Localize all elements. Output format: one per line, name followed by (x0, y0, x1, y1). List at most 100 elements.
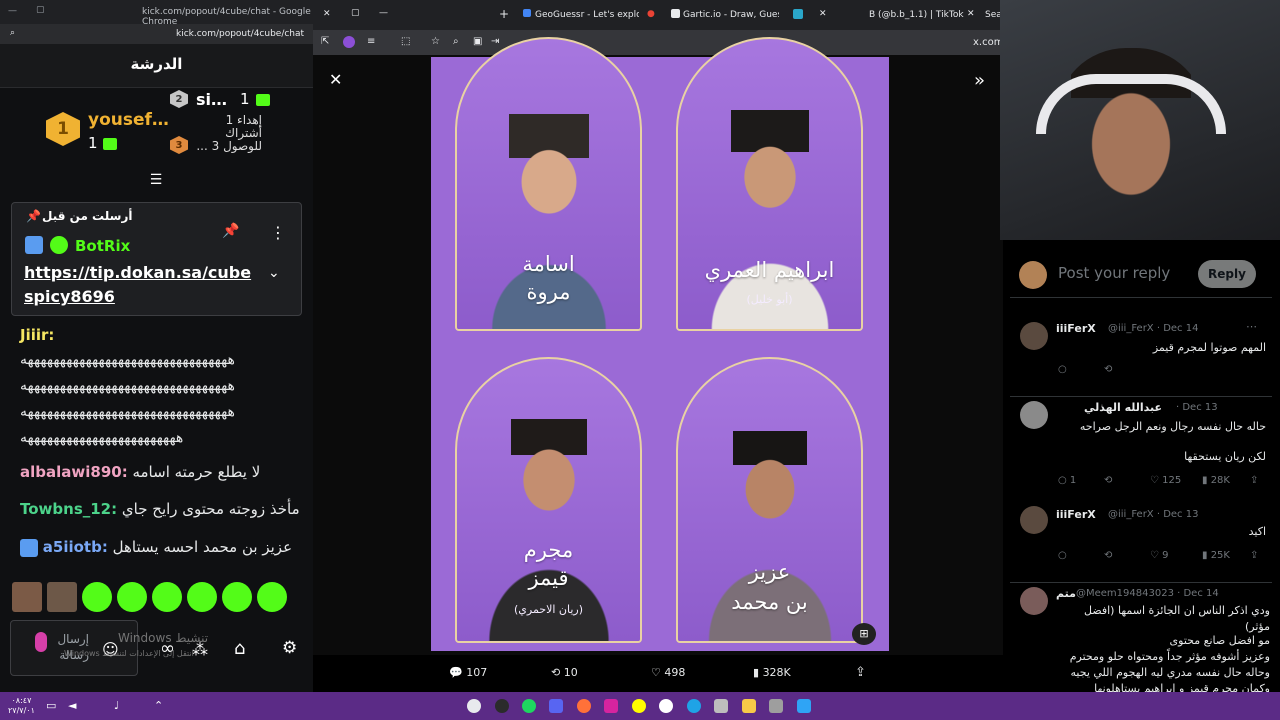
pinned-link[interactable]: https://tip.dokan.sa/cubespicy8696 (24, 261, 260, 309)
share-icon[interactable]: ⇪ (1250, 550, 1258, 561)
gift-icon (103, 138, 117, 150)
sidebar-icon[interactable]: ⇥ (491, 36, 499, 47)
chat-username[interactable]: a5iiotb: (43, 538, 108, 556)
reply-icon[interactable]: ○ (1058, 364, 1067, 375)
instagram-icon[interactable] (604, 699, 618, 713)
tweet-author[interactable]: متم (1056, 587, 1076, 600)
avatar[interactable] (1020, 322, 1048, 350)
emote-icon[interactable] (257, 582, 287, 612)
restore-icon[interactable]: ▢ (351, 8, 360, 18)
chevron-up-icon[interactable]: ⌃ (154, 699, 163, 712)
emote-icon[interactable] (152, 582, 182, 612)
reply-action[interactable]: ○ 1 (1058, 475, 1076, 486)
star-icon[interactable]: ☆ (431, 36, 440, 47)
chat-username[interactable]: Jiiir: (20, 326, 54, 344)
store-icon[interactable]: ⌂ (234, 638, 245, 659)
tab-tiktok[interactable]: B (@b.b_1.1) | TikTok (869, 10, 965, 20)
pinned-header: أرسلت من قبل (42, 209, 133, 223)
app-icon[interactable] (769, 699, 783, 713)
reply-placeholder[interactable]: Post your reply (1058, 264, 1170, 282)
spotify-icon[interactable] (522, 699, 536, 713)
emote-icon[interactable] (12, 582, 42, 612)
app-icon[interactable] (714, 699, 728, 713)
repost-icon[interactable]: ⟲ (1104, 364, 1112, 375)
emote-icon[interactable] (117, 582, 147, 612)
camera-icon[interactable]: ▣ (473, 36, 482, 47)
views-action[interactable]: ▮ 328K (753, 666, 791, 679)
screenshot-icon[interactable]: ⬚ (401, 36, 410, 47)
tab-gartic[interactable]: Gartic.io - Draw, Guess, WIN (683, 10, 779, 20)
like-action[interactable]: ♡ 9 (1150, 550, 1169, 561)
views-action[interactable]: ▮ 28K (1202, 475, 1230, 486)
discord-icon[interactable] (549, 699, 563, 713)
more-options-icon[interactable]: ⋮ (270, 223, 286, 242)
more-icon[interactable]: ⋯ (1246, 320, 1257, 333)
new-tab-icon[interactable]: + (499, 7, 509, 21)
notification-icon[interactable]: ▭ (46, 699, 56, 712)
emote-icon[interactable] (222, 582, 252, 612)
repost-icon[interactable]: ⟲ (1104, 475, 1112, 486)
edge-icon[interactable] (687, 699, 701, 713)
repost-action[interactable]: ⟲ 10 (551, 666, 578, 679)
share-icon[interactable]: ⇪ (855, 665, 866, 680)
emote-icon[interactable] (47, 582, 77, 612)
avatar[interactable] (1020, 587, 1048, 615)
poster-image: اسامة مروة ابراهيم العمري (أبو خليل) مجر… (431, 37, 889, 651)
extension-icon[interactable] (343, 36, 355, 48)
tab-strip: ✕ ▢ — + GeoGuessr - Let's explore the w … (313, 0, 1003, 30)
leader-second-name[interactable]: si… (196, 90, 227, 109)
share-icon[interactable]: ⇱ (321, 36, 329, 47)
microphone-icon[interactable] (35, 632, 47, 652)
emote-icon[interactable] (187, 582, 217, 612)
close-window-icon[interactable]: ✕ (323, 9, 331, 19)
restore-icon[interactable]: ▢ (36, 5, 45, 15)
expand-icon[interactable]: » (974, 70, 985, 91)
views-action[interactable]: ▮ 25K (1202, 550, 1230, 561)
like-action[interactable]: ♡ 125 (1150, 475, 1181, 486)
firefox-icon[interactable] (577, 699, 591, 713)
close-icon[interactable]: ✕ (329, 70, 342, 89)
tweet-author[interactable]: عبدالله الهذلي (1084, 401, 1162, 414)
avatar[interactable] (1020, 401, 1048, 429)
reply-action[interactable]: 💬 107 (449, 666, 487, 679)
mic-tray-icon[interactable]: ♩ (114, 699, 119, 712)
tweet-text: اكيد (1248, 525, 1266, 538)
obs-icon[interactable] (495, 699, 509, 713)
minimize-icon[interactable]: — (8, 6, 17, 16)
chat-username[interactable]: Towbns_12: (20, 500, 117, 518)
like-action[interactable]: ♡ 498 (651, 666, 685, 679)
file-explorer-icon[interactable] (742, 699, 756, 713)
emote-icon[interactable] (82, 582, 112, 612)
collapse-icon[interactable]: ☰ (146, 172, 166, 188)
close-tab-icon[interactable]: ✕ (967, 9, 975, 19)
reply-icon[interactable]: ○ (1058, 550, 1067, 561)
close-tab-icon[interactable]: ✕ (819, 9, 827, 19)
tab-favicon-icon (793, 9, 803, 19)
tweet-author[interactable]: iiiFerX (1056, 508, 1096, 521)
volume-icon[interactable]: ◄ (68, 699, 76, 712)
tune-icon[interactable]: ≡ (367, 36, 375, 47)
left-url-bar[interactable]: ⌕ kick.com/popout/4cube/chat (0, 24, 313, 44)
clock[interactable]: ٠٨:٤٧ ٢٧/٧/٠١ (8, 696, 35, 716)
address-bar[interactable]: ⇱ ≡ ⬚ ☆ ⌕ ▣ ⇥ x.com/i (313, 30, 1010, 55)
zoom-icon[interactable]: ⌕ (453, 36, 459, 47)
chat-input[interactable]: إرسال رسالة (10, 620, 138, 676)
repost-icon[interactable]: ⟲ (1104, 550, 1112, 561)
chrome-icon[interactable] (467, 699, 481, 713)
chevron-down-icon[interactable]: ⌄ (268, 265, 280, 281)
image-alt-icon[interactable]: ⊞ (852, 623, 876, 645)
tab-geoguessr[interactable]: GeoGuessr - Let's explore the w (535, 10, 639, 20)
app-icon[interactable] (659, 699, 673, 713)
minimize-icon[interactable]: — (379, 8, 388, 18)
pin-toggle-icon[interactable]: 📌 (222, 223, 239, 239)
pinned-user[interactable]: BotRix (75, 237, 130, 255)
tweet-author[interactable]: iiiFerX (1056, 322, 1096, 335)
reply-button[interactable]: Reply (1198, 260, 1256, 288)
leader-first-name[interactable]: yousef… (88, 110, 169, 130)
avatar[interactable] (1020, 506, 1048, 534)
chat-username[interactable]: albalawi890: (20, 463, 128, 481)
windows-start-icon[interactable] (797, 699, 811, 713)
settings-gear-icon[interactable]: ⚙ (282, 638, 297, 658)
snapchat-icon[interactable] (632, 699, 646, 713)
share-icon[interactable]: ⇪ (1250, 475, 1258, 486)
